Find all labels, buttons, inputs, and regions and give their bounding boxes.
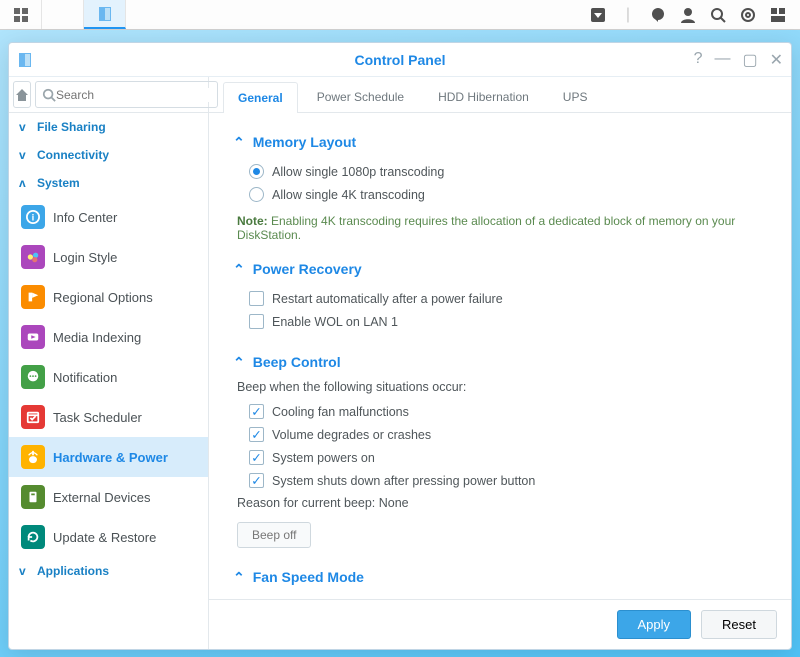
window-title: Control Panel	[354, 52, 445, 68]
search-field[interactable]	[35, 81, 218, 108]
svg-text:i: i	[32, 213, 35, 224]
chevron-down-icon: v	[19, 148, 31, 162]
checkbox-icon: ✓	[249, 473, 264, 488]
group-power-recovery[interactable]: ⌄Power Recovery	[233, 260, 767, 277]
sidebar-item-update-restore[interactable]: Update & Restore	[9, 517, 208, 557]
search-input[interactable]	[56, 88, 211, 102]
sidebar-item-regional[interactable]: Regional Options	[9, 277, 208, 317]
window-titlebar: Control Panel ? — ▢ ✕	[9, 43, 791, 77]
section-system[interactable]: ʌSystem	[9, 169, 208, 197]
chevron-down-icon: v	[19, 120, 31, 134]
chk-wol[interactable]: Enable WOL on LAN 1	[233, 310, 767, 333]
tab-general[interactable]: General	[223, 82, 298, 113]
sidebar-item-info-center[interactable]: iInfo Center	[9, 197, 208, 237]
checkbox-icon: ✓	[249, 450, 264, 465]
checkbox-icon: ✓	[249, 404, 264, 419]
radio-cool-mode[interactable]: Cool Mode	[233, 595, 767, 599]
radio-icon	[249, 164, 264, 179]
taskbar-apps-button[interactable]	[0, 0, 42, 29]
control-panel-window: Control Panel ? — ▢ ✕ vFile Sharing vCon…	[8, 42, 792, 650]
chevron-up-icon: ⌄	[233, 260, 245, 277]
footer: Apply Reset	[209, 599, 791, 649]
widgets-icon[interactable]	[738, 5, 758, 25]
beep-reason: Reason for current beep: None	[237, 496, 767, 510]
chat-icon[interactable]	[648, 5, 668, 25]
home-button[interactable]	[13, 81, 31, 108]
sidebar-item-external-devices[interactable]: External Devices	[9, 477, 208, 517]
maximize-icon[interactable]: ▢	[742, 50, 757, 70]
tab-power-schedule[interactable]: Power Schedule	[302, 81, 419, 112]
beep-off-button[interactable]: Beep off	[237, 522, 311, 548]
section-applications[interactable]: vApplications	[9, 557, 208, 585]
help-icon[interactable]: ?	[694, 50, 703, 70]
reset-button[interactable]: Reset	[701, 610, 777, 639]
chk-power-on[interactable]: ✓System powers on	[233, 446, 767, 469]
radio-icon	[249, 187, 264, 202]
download-icon[interactable]	[588, 5, 608, 25]
sidebar-item-hardware-power[interactable]: Hardware & Power	[9, 437, 208, 477]
user-icon[interactable]	[678, 5, 698, 25]
sidebar-item-media-indexing[interactable]: Media Indexing	[9, 317, 208, 357]
chevron-up-icon: ⌄	[233, 133, 245, 150]
settings-pane[interactable]: ⌄Memory Layout Allow single 1080p transc…	[209, 113, 791, 599]
chevron-up-icon: ⌄	[233, 353, 245, 370]
apply-button[interactable]: Apply	[617, 610, 692, 639]
radio-1080p[interactable]: Allow single 1080p transcoding	[233, 160, 767, 183]
search-icon[interactable]	[708, 5, 728, 25]
chevron-up-icon: ʌ	[19, 176, 31, 190]
group-beep-control[interactable]: ⌄Beep Control	[233, 353, 767, 370]
radio-4k[interactable]: Allow single 4K transcoding	[233, 183, 767, 206]
taskbar-blank[interactable]	[42, 0, 84, 29]
tab-hdd-hibernation[interactable]: HDD Hibernation	[423, 81, 544, 112]
chk-restart-auto[interactable]: Restart automatically after a power fail…	[233, 287, 767, 310]
layout-icon[interactable]	[768, 5, 788, 25]
sidebar-item-notification[interactable]: Notification	[9, 357, 208, 397]
close-icon[interactable]: ✕	[770, 50, 783, 70]
taskbar-control-panel[interactable]	[84, 0, 126, 29]
chevron-down-icon: v	[19, 564, 31, 578]
window-icon	[17, 52, 33, 68]
checkbox-icon	[249, 314, 264, 329]
tab-bar: General Power Schedule HDD Hibernation U…	[209, 77, 791, 113]
sidebar-item-task-scheduler[interactable]: Task Scheduler	[9, 397, 208, 437]
chk-volume-degrade[interactable]: ✓Volume degrades or crashes	[233, 423, 767, 446]
sidebar: vFile Sharing vConnectivity ʌSystem iInf…	[9, 77, 209, 649]
tab-ups[interactable]: UPS	[548, 81, 603, 112]
chk-fan-malfunction[interactable]: ✓Cooling fan malfunctions	[233, 400, 767, 423]
group-memory-layout[interactable]: ⌄Memory Layout	[233, 133, 767, 150]
minimize-icon[interactable]: —	[714, 50, 730, 70]
group-fan-speed[interactable]: ⌄Fan Speed Mode	[233, 568, 767, 585]
checkbox-icon	[249, 291, 264, 306]
memory-note: Note: Enabling 4K transcoding requires t…	[237, 214, 767, 242]
beep-intro: Beep when the following situations occur…	[237, 380, 767, 394]
chk-power-off[interactable]: ✓System shuts down after pressing power …	[233, 469, 767, 492]
section-connectivity[interactable]: vConnectivity	[9, 141, 208, 169]
section-file-sharing[interactable]: vFile Sharing	[9, 113, 208, 141]
checkbox-icon: ✓	[249, 427, 264, 442]
divider: |	[618, 5, 638, 25]
sidebar-item-login-style[interactable]: Login Style	[9, 237, 208, 277]
os-taskbar: |	[0, 0, 800, 30]
chevron-up-icon: ⌄	[233, 568, 245, 585]
